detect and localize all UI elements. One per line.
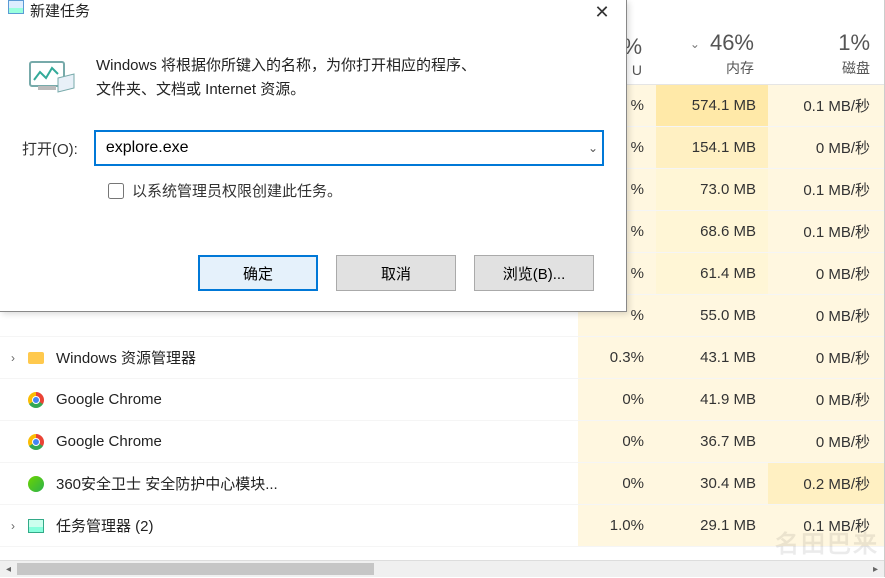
process-icon — [26, 474, 46, 494]
table-row[interactable]: › 任务管理器 (2)1.0%29.1 MB0.1 MB/秒 — [0, 505, 884, 547]
close-button[interactable] — [578, 0, 626, 28]
cpu-cell: 0% — [578, 421, 656, 462]
process-icon — [26, 348, 46, 368]
run-app-icon — [8, 0, 24, 14]
horizontal-scrollbar[interactable]: ◂ ▸ — [0, 560, 884, 577]
admin-label: 以系统管理员权限创建此任务。 — [132, 180, 342, 201]
cpu-cell: 0.3% — [578, 337, 656, 378]
memory-cell: 68.6 MB — [656, 211, 768, 252]
table-row[interactable]: › Windows 资源管理器0.3%43.1 MB0 MB/秒 — [0, 337, 884, 379]
memory-cell: 30.4 MB — [656, 463, 768, 504]
process-name: Google Chrome — [56, 433, 578, 450]
disk-label: 磁盘 — [768, 58, 870, 78]
table-row[interactable]: Google Chrome0%36.7 MB0 MB/秒 — [0, 421, 884, 463]
scroll-left-icon[interactable]: ◂ — [0, 561, 17, 578]
cancel-button[interactable]: 取消 — [336, 255, 456, 291]
disk-cell: 0.2 MB/秒 — [768, 463, 884, 504]
dialog-title: 新建任务 — [30, 0, 90, 21]
ok-button[interactable]: 确定 — [198, 255, 318, 291]
process-icon — [26, 390, 46, 410]
cpu-cell: 1.0% — [578, 505, 656, 546]
disk-cell: 0 MB/秒 — [768, 421, 884, 462]
open-label: 打开(O): — [22, 138, 78, 159]
disk-cell: 0 MB/秒 — [768, 337, 884, 378]
disk-cell: 0 MB/秒 — [768, 379, 884, 420]
disk-cell: 0.1 MB/秒 — [768, 505, 884, 546]
new-task-dialog: 新建任务 Windows 将根据你所键入的名称，为你打开相应的程序、 文件夹、文… — [0, 0, 627, 312]
process-icon — [26, 432, 46, 452]
disk-cell: 0 MB/秒 — [768, 295, 884, 336]
memory-cell: 574.1 MB — [656, 85, 768, 126]
memory-cell: 61.4 MB — [656, 253, 768, 294]
memory-cell: 154.1 MB — [656, 127, 768, 168]
memory-cell: 36.7 MB — [656, 421, 768, 462]
memory-cell: 43.1 MB — [656, 337, 768, 378]
disk-cell: 0.1 MB/秒 — [768, 169, 884, 210]
scroll-right-icon[interactable]: ▸ — [867, 561, 884, 578]
process-name: 任务管理器 (2) — [56, 515, 578, 536]
col-memory[interactable]: ⌄ 46% 内存 — [656, 22, 768, 84]
disk-cell: 0.1 MB/秒 — [768, 85, 884, 126]
scroll-thumb[interactable] — [17, 563, 374, 575]
memory-cell: 55.0 MB — [656, 295, 768, 336]
open-combobox[interactable]: ⌄ — [94, 130, 604, 166]
process-name: Google Chrome — [56, 391, 578, 408]
memory-percent: 46% — [710, 30, 754, 55]
admin-checkbox[interactable] — [108, 183, 124, 199]
disk-cell: 0.1 MB/秒 — [768, 211, 884, 252]
cpu-cell: 0% — [578, 463, 656, 504]
cpu-cell: 0% — [578, 379, 656, 420]
disk-percent: 1% — [768, 30, 870, 56]
dialog-description: Windows 将根据你所键入的名称，为你打开相应的程序、 文件夹、文档或 In… — [96, 54, 476, 102]
open-input[interactable] — [94, 130, 604, 166]
run-dialog-icon — [28, 54, 76, 94]
table-row[interactable]: Google Chrome0%41.9 MB0 MB/秒 — [0, 379, 884, 421]
table-row[interactable]: 360安全卫士 安全防护中心模块...0%30.4 MB0.2 MB/秒 — [0, 463, 884, 505]
memory-cell: 29.1 MB — [656, 505, 768, 546]
process-name: Windows 资源管理器 — [56, 347, 578, 368]
disk-cell: 0 MB/秒 — [768, 253, 884, 294]
memory-cell: 73.0 MB — [656, 169, 768, 210]
expand-icon[interactable]: › — [0, 519, 26, 533]
col-disk[interactable]: 1% 磁盘 — [768, 22, 884, 84]
chevron-down-icon: ⌄ — [690, 37, 700, 51]
browse-button[interactable]: 浏览(B)... — [474, 255, 594, 291]
memory-label: 内存 — [656, 58, 754, 78]
expand-icon[interactable]: › — [0, 351, 26, 365]
process-icon — [26, 516, 46, 536]
process-name: 360安全卫士 安全防护中心模块... — [56, 473, 578, 494]
disk-cell: 0 MB/秒 — [768, 127, 884, 168]
dialog-titlebar[interactable]: 新建任务 — [0, 0, 626, 28]
memory-cell: 41.9 MB — [656, 379, 768, 420]
